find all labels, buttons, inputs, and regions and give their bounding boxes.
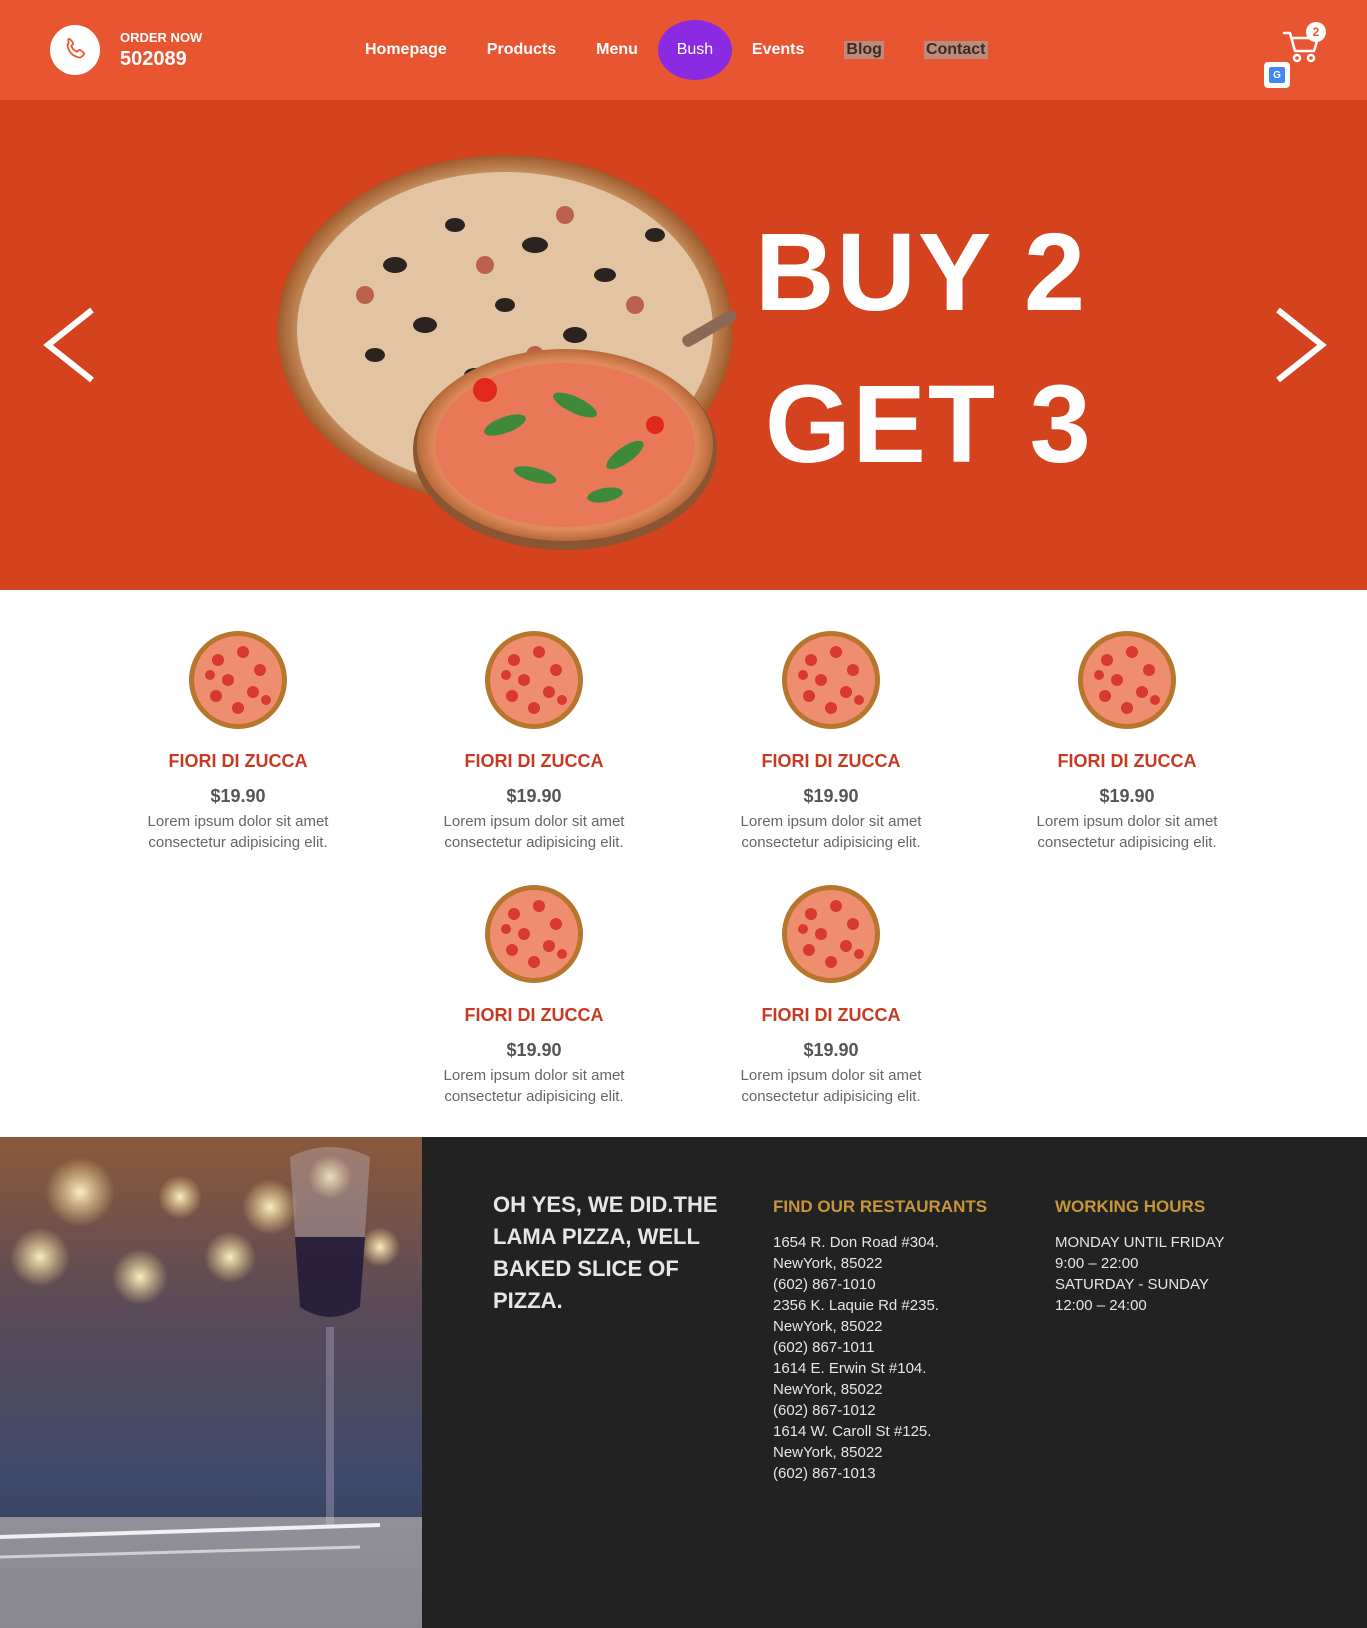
nav-products[interactable]: Products	[487, 41, 556, 59]
pizza-thumbnail	[485, 631, 583, 729]
main-nav: Homepage Products Menu Bush Events Blog …	[365, 20, 1028, 80]
restaurants-list: 1654 R. Don Road #304. NewYork, 85022 (6…	[773, 1232, 939, 1484]
pizza-thumbnail	[782, 885, 880, 983]
product-description-line: consectetur adipisicing elit.	[741, 834, 921, 851]
restaurant-phone[interactable]: (602) 867-1010	[773, 1274, 939, 1295]
hours-line: MONDAY UNTIL FRIDAY	[1055, 1234, 1225, 1251]
product-description: Lorem ipsum dolor sit amet consectetur a…	[997, 811, 1257, 853]
chevron-left-icon[interactable]	[40, 305, 100, 385]
product-description-line: consectetur adipisicing elit.	[444, 834, 624, 851]
hero-pizza-image	[277, 155, 737, 550]
phone-icon-circle[interactable]	[50, 25, 100, 75]
restaurant-phone[interactable]: (602) 867-1011	[773, 1337, 939, 1358]
navbar: ORDER NOW 502089 Homepage Products Menu …	[0, 0, 1367, 100]
product-name[interactable]: FIORI DI ZUCCA	[404, 1005, 664, 1026]
nav-bush[interactable]: Bush	[657, 20, 732, 80]
footer-slogan: OH YES, WE DID.THE LAMA PIZZA, WELL BAKE…	[493, 1192, 718, 1313]
nav-homepage[interactable]: Homepage	[365, 41, 447, 59]
hours-line: 9:00 – 22:00	[1055, 1255, 1139, 1272]
product-price: $19.90	[803, 1040, 859, 1060]
product-name[interactable]: FIORI DI ZUCCA	[404, 751, 664, 772]
product-price: $19.90	[506, 1040, 562, 1060]
pizza-thumbnail	[189, 631, 287, 729]
restaurant-city: NewYork, 85022	[773, 1318, 883, 1335]
nav-events[interactable]: Events	[752, 41, 804, 59]
product-price: $19.90	[1099, 786, 1155, 806]
product-description: Lorem ipsum dolor sit amet consectetur a…	[701, 811, 961, 853]
product-card[interactable]: FIORI DI ZUCCA $19.90 Lorem ipsum dolor …	[997, 630, 1257, 853]
phone-icon	[66, 38, 85, 59]
restaurant-city: NewYork, 85022	[773, 1255, 883, 1272]
pizza-thumbnail	[1078, 631, 1176, 729]
hours-line: 12:00 – 24:00	[1055, 1297, 1147, 1314]
product-name[interactable]: FIORI DI ZUCCA	[997, 751, 1257, 772]
restaurants-heading: FIND OUR RESTAURANTS	[773, 1197, 988, 1216]
product-description-line: Lorem ipsum dolor sit amet	[740, 1067, 922, 1084]
product-name[interactable]: FIORI DI ZUCCA	[108, 751, 368, 772]
order-now-label: ORDER NOW	[120, 30, 203, 45]
restaurant-city: NewYork, 85022	[773, 1444, 883, 1461]
product-card[interactable]: FIORI DI ZUCCA $19.90 Lorem ipsum dolor …	[404, 630, 664, 853]
restaurant-address: 2356 K. Laquie Rd #235.	[773, 1297, 939, 1314]
restaurant-phone[interactable]: (602) 867-1012	[773, 1400, 939, 1421]
pizza-thumbnail	[782, 631, 880, 729]
restaurant-address: 1614 W. Caroll St #125.	[773, 1423, 932, 1440]
restaurant-city: NewYork, 85022	[773, 1381, 883, 1398]
hero-headline-line2: GET 3	[765, 363, 1093, 486]
footer: OH YES, WE DID.THE LAMA PIZZA, WELL BAKE…	[0, 1137, 1367, 1628]
working-hours-heading: WORKING HOURS	[1055, 1197, 1206, 1216]
product-card[interactable]: FIORI DI ZUCCA $19.90 Lorem ipsum dolor …	[404, 884, 664, 1107]
hours-line: SATURDAY - SUNDAY	[1055, 1276, 1209, 1293]
product-card[interactable]: FIORI DI ZUCCA $19.90 Lorem ipsum dolor …	[701, 884, 961, 1107]
restaurant-address: 1614 E. Erwin St #104.	[773, 1360, 927, 1377]
restaurant-address: 1654 R. Don Road #304.	[773, 1234, 939, 1251]
nav-menu[interactable]: Menu	[596, 41, 638, 59]
product-description-line: Lorem ipsum dolor sit amet	[1036, 813, 1218, 830]
cart-count-badge: 2	[1306, 22, 1326, 42]
product-price: $19.90	[506, 786, 562, 806]
pizza-thumbnail	[485, 885, 583, 983]
product-description-line: Lorem ipsum dolor sit amet	[740, 813, 922, 830]
product-description: Lorem ipsum dolor sit amet consectetur a…	[404, 811, 664, 853]
order-phone-number[interactable]: 502089	[120, 48, 187, 71]
product-description-line: consectetur adipisicing elit.	[1037, 834, 1217, 851]
product-card[interactable]: FIORI DI ZUCCA $19.90 Lorem ipsum dolor …	[701, 630, 961, 853]
product-description-line: consectetur adipisicing elit.	[741, 1088, 921, 1105]
product-name[interactable]: FIORI DI ZUCCA	[701, 1005, 961, 1026]
product-description-line: Lorem ipsum dolor sit amet	[443, 1067, 625, 1084]
product-description-line: Lorem ipsum dolor sit amet	[147, 813, 329, 830]
product-description-line: Lorem ipsum dolor sit amet	[443, 813, 625, 830]
product-description: Lorem ipsum dolor sit amet consectetur a…	[701, 1065, 961, 1107]
product-description-line: consectetur adipisicing elit.	[148, 834, 328, 851]
working-hours-list: MONDAY UNTIL FRIDAY 9:00 – 22:00 SATURDA…	[1055, 1232, 1224, 1316]
hero-headline-line1: BUY 2	[755, 211, 1087, 334]
product-name[interactable]: FIORI DI ZUCCA	[701, 751, 961, 772]
product-card[interactable]: FIORI DI ZUCCA $19.90 Lorem ipsum dolor …	[108, 630, 368, 853]
product-description: Lorem ipsum dolor sit amet consectetur a…	[108, 811, 368, 853]
nav-blog[interactable]: Blog	[844, 41, 884, 59]
translate-icon[interactable]: G	[1264, 62, 1290, 88]
hero-banner: BUY 2 GET 3	[0, 100, 1367, 590]
restaurant-phone[interactable]: (602) 867-1013	[773, 1463, 939, 1484]
product-description: Lorem ipsum dolor sit amet consectetur a…	[404, 1065, 664, 1107]
footer-restaurant-photo	[0, 1137, 422, 1628]
product-description-line: consectetur adipisicing elit.	[444, 1088, 624, 1105]
chevron-right-icon[interactable]	[1270, 305, 1330, 385]
product-price: $19.90	[210, 786, 266, 806]
product-price: $19.90	[803, 786, 859, 806]
nav-contact[interactable]: Contact	[923, 41, 988, 59]
